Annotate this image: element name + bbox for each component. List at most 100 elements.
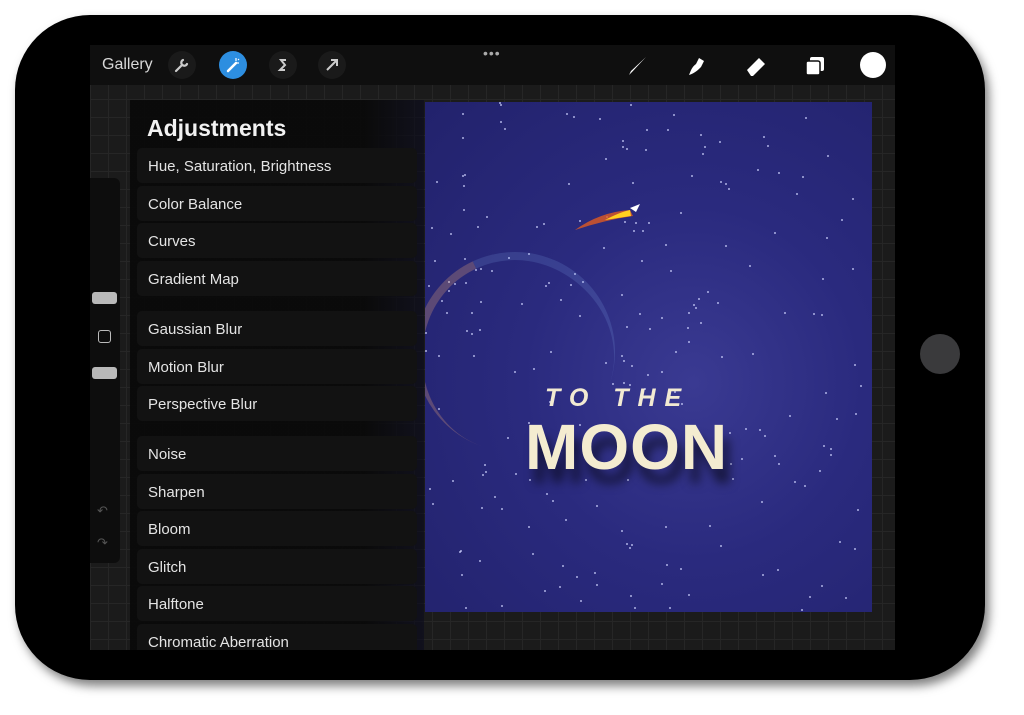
star <box>821 585 824 588</box>
star <box>501 507 503 510</box>
more-handle[interactable]: ••• <box>483 45 501 61</box>
opacity-slider[interactable] <box>92 367 117 379</box>
star <box>463 174 466 177</box>
adjustment-item-hue-saturation-brightness[interactable]: Hue, Saturation, Brightness <box>137 148 417 183</box>
star <box>783 312 786 315</box>
star <box>823 444 826 447</box>
star <box>561 564 564 567</box>
star <box>626 326 629 329</box>
star <box>640 259 643 262</box>
star <box>778 462 781 465</box>
adjustment-item-chromatic-aberration[interactable]: Chromatic Aberration <box>137 623 417 650</box>
star <box>719 180 722 183</box>
adjustment-item-curves[interactable]: Curves <box>137 223 417 258</box>
star <box>575 576 578 579</box>
actions-button[interactable] <box>168 51 196 79</box>
adjustment-item-bloom[interactable]: Bloom <box>137 511 417 546</box>
adjustments-button[interactable] <box>219 51 247 79</box>
star <box>621 294 624 297</box>
eraser-button[interactable] <box>743 53 769 79</box>
star <box>602 246 605 249</box>
undo-button[interactable]: ↶ <box>97 503 108 519</box>
star <box>672 114 675 117</box>
eraser-icon <box>747 58 765 76</box>
star <box>476 226 479 229</box>
brush-button[interactable] <box>624 53 650 79</box>
star <box>805 116 808 119</box>
adjustment-item-sharpen[interactable]: Sharpen <box>137 473 417 509</box>
star <box>493 496 496 499</box>
color-swatch[interactable] <box>860 52 886 78</box>
star <box>729 431 732 434</box>
star <box>630 543 633 546</box>
star <box>596 505 599 508</box>
procreate-screen: Gallery ••• TO THE MOON ↶ ↷ Adjustments … <box>90 45 895 650</box>
star <box>428 487 431 490</box>
star <box>503 127 506 130</box>
layers-button[interactable] <box>802 53 828 79</box>
adjustment-item-glitch[interactable]: Glitch <box>137 548 417 584</box>
star <box>485 216 488 219</box>
wrench-icon <box>174 58 189 73</box>
star <box>564 518 567 521</box>
adjustment-item-gaussian-blur[interactable]: Gaussian Blur <box>137 311 417 346</box>
star <box>535 226 538 229</box>
star <box>620 354 623 357</box>
star <box>720 356 723 359</box>
star <box>801 176 804 179</box>
star <box>544 589 547 592</box>
adjustment-item-noise[interactable]: Noise <box>137 436 417 471</box>
star <box>692 303 695 306</box>
star <box>621 529 624 532</box>
star <box>478 560 481 563</box>
star <box>697 297 700 300</box>
star <box>629 595 632 598</box>
home-button[interactable] <box>920 334 960 374</box>
star <box>776 568 779 571</box>
star <box>599 118 602 121</box>
star <box>435 180 438 183</box>
star <box>661 582 664 585</box>
star <box>774 232 777 235</box>
adjustment-item-motion-blur[interactable]: Motion Blur <box>137 348 417 384</box>
side-slider-bar: ↶ ↷ <box>90 178 120 563</box>
brush-size-slider[interactable] <box>92 292 117 304</box>
star <box>638 313 641 316</box>
star <box>700 322 702 325</box>
star <box>749 265 752 268</box>
modify-button[interactable] <box>98 330 111 343</box>
gallery-button[interactable]: Gallery <box>102 56 153 74</box>
star <box>626 147 629 150</box>
star <box>460 550 463 553</box>
star <box>605 157 608 160</box>
star <box>687 341 690 344</box>
star <box>645 128 648 131</box>
star <box>821 313 824 316</box>
star <box>731 477 734 480</box>
transform-button[interactable] <box>318 51 346 79</box>
magic-wand-icon <box>226 58 240 73</box>
star <box>647 373 649 376</box>
adjustment-item-perspective-blur[interactable]: Perspective Blur <box>137 386 417 421</box>
star <box>432 502 435 505</box>
star <box>854 547 857 550</box>
star <box>531 552 534 555</box>
adjustment-item-gradient-map[interactable]: Gradient Map <box>137 260 417 296</box>
star <box>545 492 548 495</box>
adjustment-item-color-balance[interactable]: Color Balance <box>137 185 417 221</box>
star <box>745 427 748 430</box>
star <box>484 471 487 474</box>
star <box>716 301 719 304</box>
artwork-canvas[interactable]: TO THE MOON <box>425 102 872 612</box>
redo-button[interactable]: ↷ <box>97 535 108 551</box>
adjustment-item-halftone[interactable]: Halftone <box>137 586 417 621</box>
star <box>760 501 763 504</box>
star <box>593 572 596 575</box>
star <box>664 244 667 247</box>
selection-button[interactable] <box>269 51 297 79</box>
star <box>675 350 678 353</box>
artwork-title-line1: TO THE <box>545 384 691 412</box>
smudge-button[interactable] <box>684 53 710 79</box>
star <box>827 155 830 158</box>
star <box>694 306 697 309</box>
